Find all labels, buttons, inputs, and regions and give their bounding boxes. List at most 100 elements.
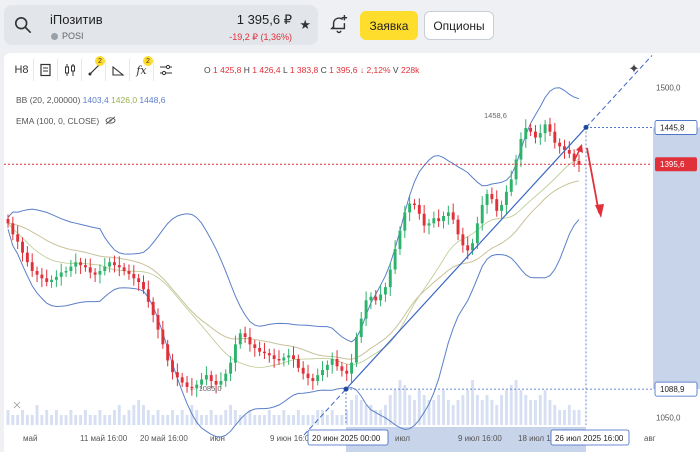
volume-bar xyxy=(287,415,291,425)
volume-bar xyxy=(98,410,102,425)
volume-bar xyxy=(108,415,112,425)
volume-bar xyxy=(214,415,218,425)
candle xyxy=(253,344,257,348)
search-icon[interactable] xyxy=(14,16,32,34)
volume-bar xyxy=(354,395,358,425)
volume-bar xyxy=(200,415,204,425)
candle xyxy=(306,373,310,379)
volume-bar xyxy=(306,415,310,425)
volume-bar xyxy=(35,405,39,425)
volume-bar xyxy=(50,415,54,425)
options-button[interactable]: Опционы xyxy=(424,11,494,40)
ema-legend[interactable]: EMA (100, 0, CLOSE) xyxy=(16,116,116,127)
ohlc-close: 1 395,6 xyxy=(329,65,358,75)
volume-bar xyxy=(248,410,252,425)
volume-bar xyxy=(296,410,300,425)
indicators-icon[interactable]: fx 2 xyxy=(130,56,154,81)
volume-bar xyxy=(132,405,136,425)
eye-off-icon[interactable] xyxy=(105,116,116,127)
volume-bar xyxy=(146,410,150,425)
volume-bar xyxy=(175,415,179,425)
candle xyxy=(383,287,387,295)
volume-bar xyxy=(538,395,542,425)
volume-bar xyxy=(475,395,479,425)
candle xyxy=(442,216,445,222)
order-button[interactable]: Заявка xyxy=(360,11,418,40)
volume-bar xyxy=(553,405,557,425)
volume-bar xyxy=(171,410,174,425)
interval-selector[interactable]: H8 xyxy=(10,59,34,81)
volume-bar xyxy=(88,415,92,425)
candle xyxy=(524,128,528,139)
volume-bar xyxy=(103,415,107,425)
volume-bar xyxy=(161,415,165,425)
sparkle-icon[interactable]: ✦ xyxy=(624,61,644,81)
candle xyxy=(432,218,436,224)
candle xyxy=(321,370,324,376)
chart-panel[interactable]: 1500,01450,01400,01350,01300,01250,01200… xyxy=(4,53,700,452)
candle xyxy=(330,359,334,365)
candle xyxy=(340,366,344,371)
candles-icon[interactable] xyxy=(58,59,82,81)
volume-bar xyxy=(224,410,228,425)
volume-bar xyxy=(282,410,286,425)
volume-bar xyxy=(267,410,271,425)
bell-plus-icon[interactable] xyxy=(330,14,348,34)
candle xyxy=(83,265,87,268)
volume-bar xyxy=(480,400,484,425)
volume-bar xyxy=(243,415,247,425)
candle xyxy=(408,203,412,213)
candle xyxy=(504,191,508,205)
volume-bar xyxy=(500,395,504,425)
volume-bar xyxy=(233,410,237,425)
x-tick-label-8: авг xyxy=(644,434,656,443)
down-arrow-head xyxy=(595,204,604,218)
candle xyxy=(180,377,184,383)
candle xyxy=(93,272,97,275)
indicators-count-badge: 2 xyxy=(143,56,153,66)
candle xyxy=(529,128,533,132)
candle xyxy=(11,223,15,235)
candle xyxy=(558,142,562,147)
candle xyxy=(69,266,73,271)
volume-bar xyxy=(311,415,315,425)
volume-bar xyxy=(471,380,474,425)
volume-bar xyxy=(456,400,460,425)
drawings-count-badge: 2 xyxy=(95,56,105,66)
candle xyxy=(64,271,68,273)
candle xyxy=(161,329,165,345)
x-tick-label-3: июн xyxy=(210,434,225,443)
candle xyxy=(567,150,571,154)
volume-bar xyxy=(69,410,73,425)
settings-sliders-icon[interactable] xyxy=(154,59,178,81)
ticker-card[interactable]: iПозитив POSI 1 395,6 ₽ -19,2 ₽ (1,36%) … xyxy=(4,5,318,45)
x-tick-label-6: 9 июл 16:00 xyxy=(458,434,502,443)
bb-legend[interactable]: BB (20, 2,00000) 1403,4 1426,0 1448,6 xyxy=(16,95,165,105)
chart-type-icon[interactable] xyxy=(34,59,58,81)
ticker-logo-icon xyxy=(51,33,58,40)
candle xyxy=(243,333,247,337)
star-icon[interactable]: ★ xyxy=(299,17,311,33)
ruler-icon[interactable] xyxy=(106,59,130,81)
candle xyxy=(311,378,315,381)
volume-bar xyxy=(54,410,58,425)
candle xyxy=(475,223,479,244)
drawing-tools-icon[interactable]: 2 xyxy=(82,56,106,81)
volume-bar xyxy=(519,390,523,425)
candle xyxy=(209,375,213,381)
candle xyxy=(490,194,494,200)
volume-bar xyxy=(229,405,233,425)
candle xyxy=(103,266,107,271)
volume-bar xyxy=(16,415,20,425)
ohlc-high: 1 426,4 xyxy=(252,65,281,75)
ticker-price: 1 395,6 ₽ xyxy=(236,12,292,27)
volume-bar xyxy=(504,390,508,425)
price-chart[interactable]: 1500,01450,01400,01350,01300,01250,01200… xyxy=(4,53,700,452)
candle xyxy=(137,278,141,282)
crosshair-left-date: 20 июн 2025 00:00 xyxy=(312,434,381,443)
candle xyxy=(403,212,407,231)
x-tick-label-2: 20 май 16:00 xyxy=(140,434,188,443)
candle xyxy=(204,375,208,380)
volume-bar xyxy=(74,415,78,425)
volume-bar xyxy=(272,415,276,425)
